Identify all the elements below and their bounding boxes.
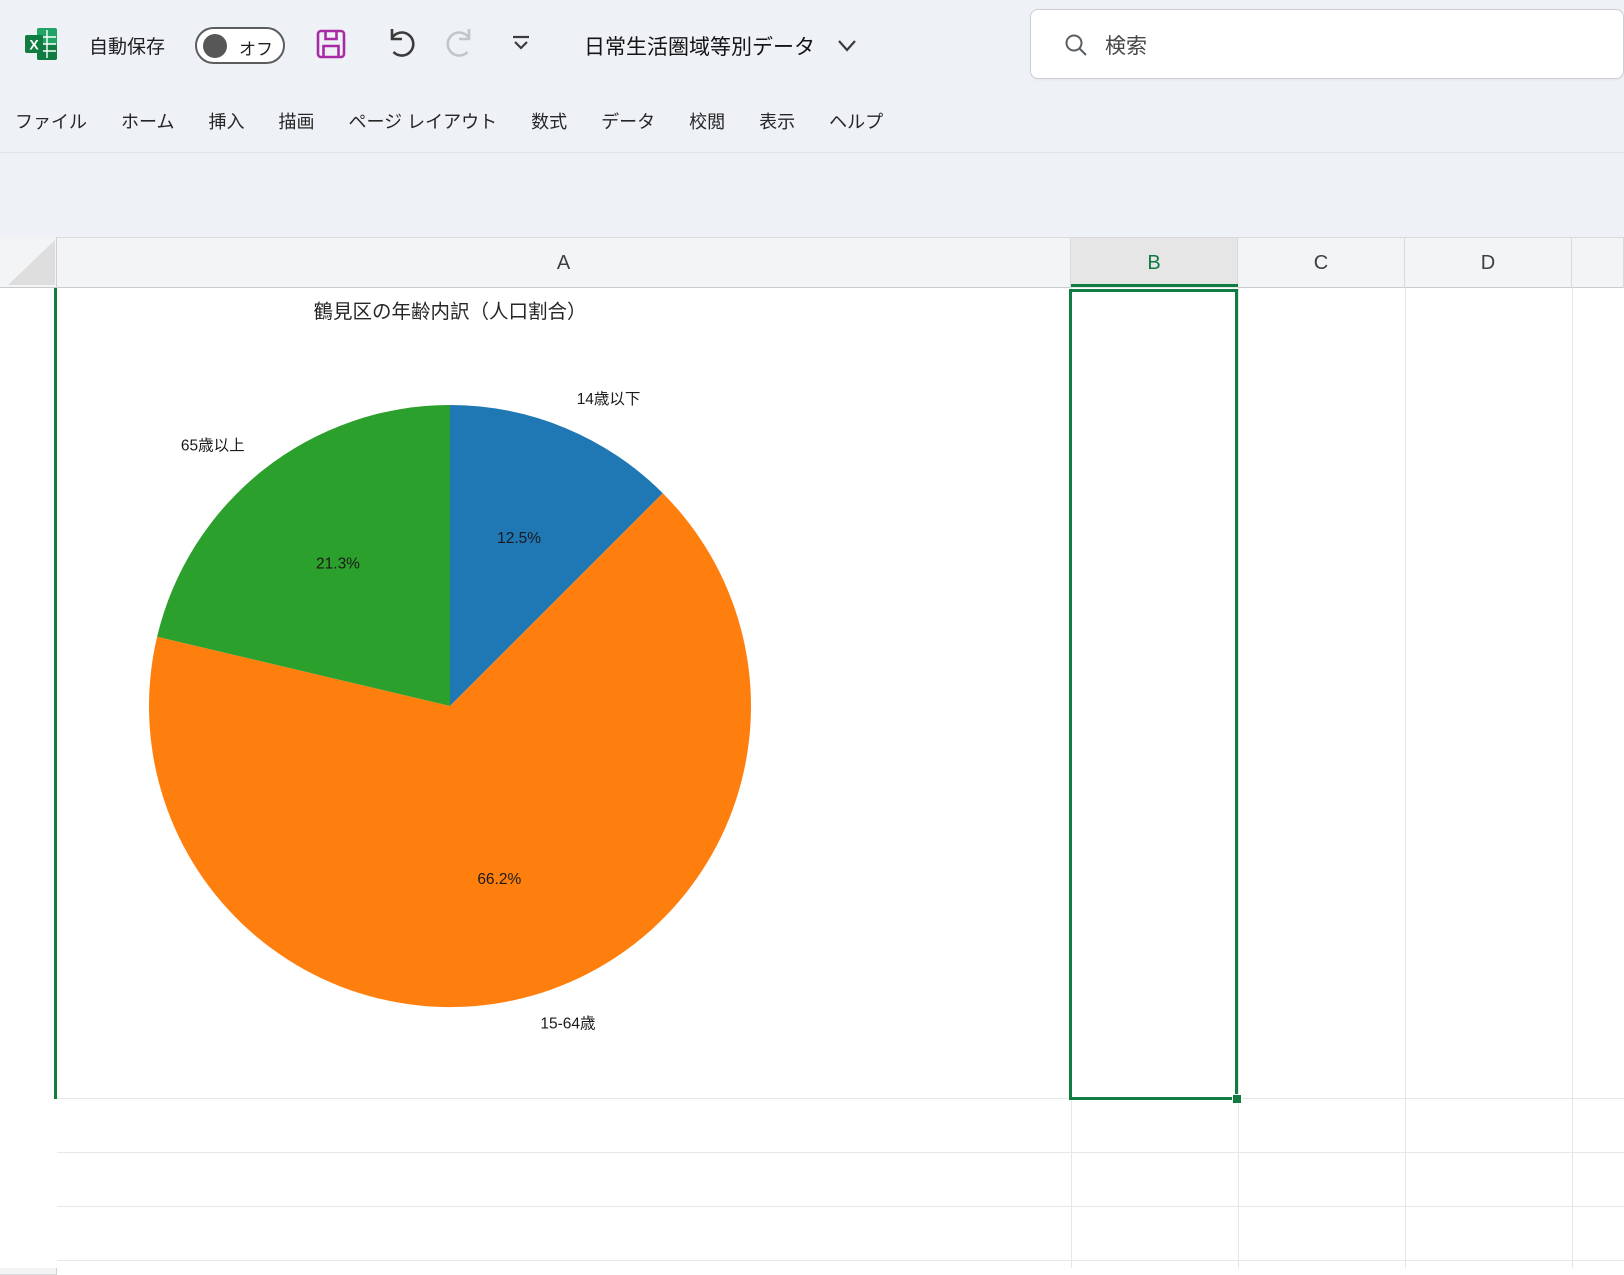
ribbon-tab-3[interactable]: 描画 [278,108,314,134]
autosave-toggle[interactable]: オフ [195,27,285,64]
formula-bar: B1 ⋮ fx [0,153,1624,237]
ribbon-tab-2[interactable]: 挿入 [208,108,244,134]
pie-chart[interactable]: 鶴見区の年齢内訳（人口割合） 12.5% 14歳以下 66.2% 15-64歳 21.3%… [57,288,1071,1099]
select-all-button[interactable] [0,237,57,288]
title-bar: X 自動保存 オフ 日常生活圏域等別データ 検索 [0,0,1624,90]
pie-category-label-1: 15-64歳 [540,1015,595,1033]
undo-button[interactable] [382,24,420,62]
column-header-partial[interactable] [1572,238,1624,288]
customize-quick-access-toolbar-button[interactable] [510,34,532,54]
redo-button[interactable] [441,24,479,62]
ribbon-tab-9[interactable]: ヘルプ [829,108,883,134]
gridline-vertical [1405,288,1406,1268]
pie-percent-label-0: 12.5% [497,530,541,547]
ribbon-tabs: ファイル ホーム 挿入 描画 ページ レイアウト 数式 データ 校閲 表示 ヘルプ [0,90,1624,152]
autosave-label: 自動保存 [89,32,165,59]
fill-handle[interactable] [1232,1094,1242,1104]
document-title[interactable]: 日常生活圏域等別データ [584,31,815,61]
column-header-row: ABCD [0,237,1624,288]
column-selection-accent [1071,284,1238,287]
search-placeholder: 検索 [1105,30,1147,60]
search-input[interactable]: 検索 [1030,9,1624,79]
column-header-D[interactable]: D [1405,238,1572,288]
row-selection-accent [54,288,57,1099]
gridline-vertical [1238,288,1239,1268]
gridline-horizontal [57,1260,1624,1261]
pie-percent-label-1: 66.2% [477,871,521,888]
ribbon-tab-5[interactable]: 数式 [531,108,567,134]
ribbon-tab-7[interactable]: 校閲 [689,108,725,134]
ribbon-tab-0[interactable]: ファイル [15,108,87,134]
gridline-vertical [1572,288,1573,1268]
save-button[interactable] [312,25,350,63]
gridline-horizontal [57,1152,1624,1153]
column-header-C[interactable]: C [1238,238,1405,288]
pie-category-label-0: 14歳以下 [577,390,641,408]
ribbon-tab-8[interactable]: 表示 [759,108,795,134]
ribbon-tab-6[interactable]: データ [601,108,655,134]
excel-logo-icon: X [23,26,59,62]
chevron-down-icon[interactable] [836,38,858,54]
chart-title: 鶴見区の年齢内訳（人口割合） [313,301,586,323]
ribbon-tab-4[interactable]: ページ レイアウト [348,108,497,134]
select-all-triangle-icon [8,240,55,285]
column-header-B[interactable]: B [1071,238,1238,288]
autosave-state: オフ [239,35,273,60]
toggle-knob-icon [203,34,227,58]
gridline-vertical [1071,288,1072,1268]
pie-percent-label-2: 21.3% [316,555,360,572]
column-header-A[interactable]: A [57,238,1071,288]
pie-category-label-2: 65歳以上 [181,436,245,454]
ribbon-tab-bar: ファイル ホーム 挿入 描画 ページ レイアウト 数式 データ 校閲 表示 ヘルプ [0,90,1624,153]
svg-text:X: X [29,37,39,53]
search-icon [1063,32,1089,58]
ribbon-tab-1[interactable]: ホーム [121,108,174,134]
gridline-horizontal [57,1206,1624,1207]
